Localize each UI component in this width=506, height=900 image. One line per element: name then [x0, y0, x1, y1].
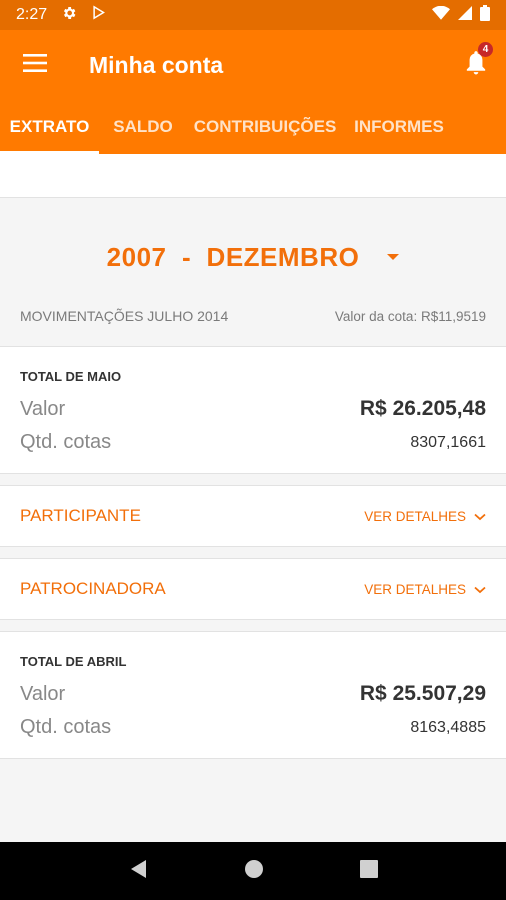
tab-contribuicoes[interactable]: CONTRIBUIÇÕES: [187, 100, 343, 154]
tab-saldo[interactable]: SALDO: [99, 100, 187, 154]
total-card-may: TOTAL DE MAIO Valor R$ 26.205,48 Qtd. co…: [0, 346, 506, 474]
chevron-down-icon: [474, 509, 486, 524]
notification-badge: 4: [478, 42, 493, 57]
participante-section[interactable]: PARTICIPANTE VER DETALHES: [0, 485, 506, 547]
tab-bar: EXTRATO SALDO CONTRIBUIÇÕES INFORMES: [0, 100, 506, 154]
total-label: TOTAL DE MAIO: [20, 369, 122, 384]
view-details-link[interactable]: VER DETALHES: [364, 582, 486, 597]
value-label: Valor: [20, 682, 66, 705]
battery-icon: [480, 4, 490, 26]
view-details-label: VER DETALHES: [364, 581, 466, 597]
notifications-button[interactable]: 4: [446, 30, 506, 100]
movements-label: MOVIMENTAÇÕES JULHO 2014: [20, 308, 229, 324]
quotas-value: 8163,4885: [410, 718, 486, 736]
total-value: R$ 25.507,29: [359, 682, 486, 705]
tab-extrato[interactable]: EXTRATO: [0, 100, 99, 154]
recents-icon: [360, 859, 378, 878]
period-selector[interactable]: 2007 - DEZEMBRO: [0, 232, 506, 282]
status-time: 2:27: [16, 6, 48, 23]
home-icon: [245, 859, 263, 878]
quota-value: Valor da cota: R$11,9519: [334, 308, 486, 324]
back-button[interactable]: [128, 858, 148, 885]
home-button[interactable]: [244, 859, 264, 884]
view-details-label: VER DETALHES: [364, 508, 466, 524]
settings-icon: [61, 5, 77, 26]
view-details-link[interactable]: VER DETALHES: [364, 509, 486, 524]
value-label: Valor: [20, 397, 66, 420]
section-label: PARTICIPANTE: [20, 506, 141, 525]
movements-header: MOVIMENTAÇÕES JULHO 2014 Valor da cota: …: [20, 308, 486, 324]
app-bar: Minha conta 4: [0, 30, 506, 100]
tab-informes[interactable]: INFORMES: [343, 100, 455, 154]
total-card-april: TOTAL DE ABRIL Valor R$ 25.507,29 Qtd. c…: [0, 631, 506, 759]
status-bar: 2:27: [0, 0, 506, 30]
wifi-icon: [432, 5, 450, 25]
period-label: 2007 - DEZEMBRO: [106, 241, 360, 272]
quotas-label: Qtd. cotas: [20, 716, 112, 738]
toolbar-strip: [0, 154, 506, 198]
recents-button[interactable]: [360, 859, 378, 883]
menu-icon: [23, 53, 47, 77]
page-title: Minha conta: [89, 51, 224, 78]
section-label: PATROCINADORA: [20, 579, 166, 598]
menu-button[interactable]: [0, 30, 70, 100]
play-store-icon: [91, 5, 106, 25]
chevron-down-icon: [474, 582, 486, 597]
signal-icon: [458, 5, 472, 25]
dropdown-arrow-icon: [387, 254, 400, 260]
back-icon: [131, 859, 146, 878]
total-label: TOTAL DE ABRIL: [20, 654, 127, 669]
system-nav-bar: [0, 842, 506, 900]
total-value: R$ 26.205,48: [359, 397, 486, 420]
quotas-value: 8307,1661: [410, 433, 486, 451]
patrocinadora-section[interactable]: PATROCINADORA VER DETALHES: [0, 558, 506, 620]
quotas-label: Qtd. cotas: [20, 431, 112, 453]
